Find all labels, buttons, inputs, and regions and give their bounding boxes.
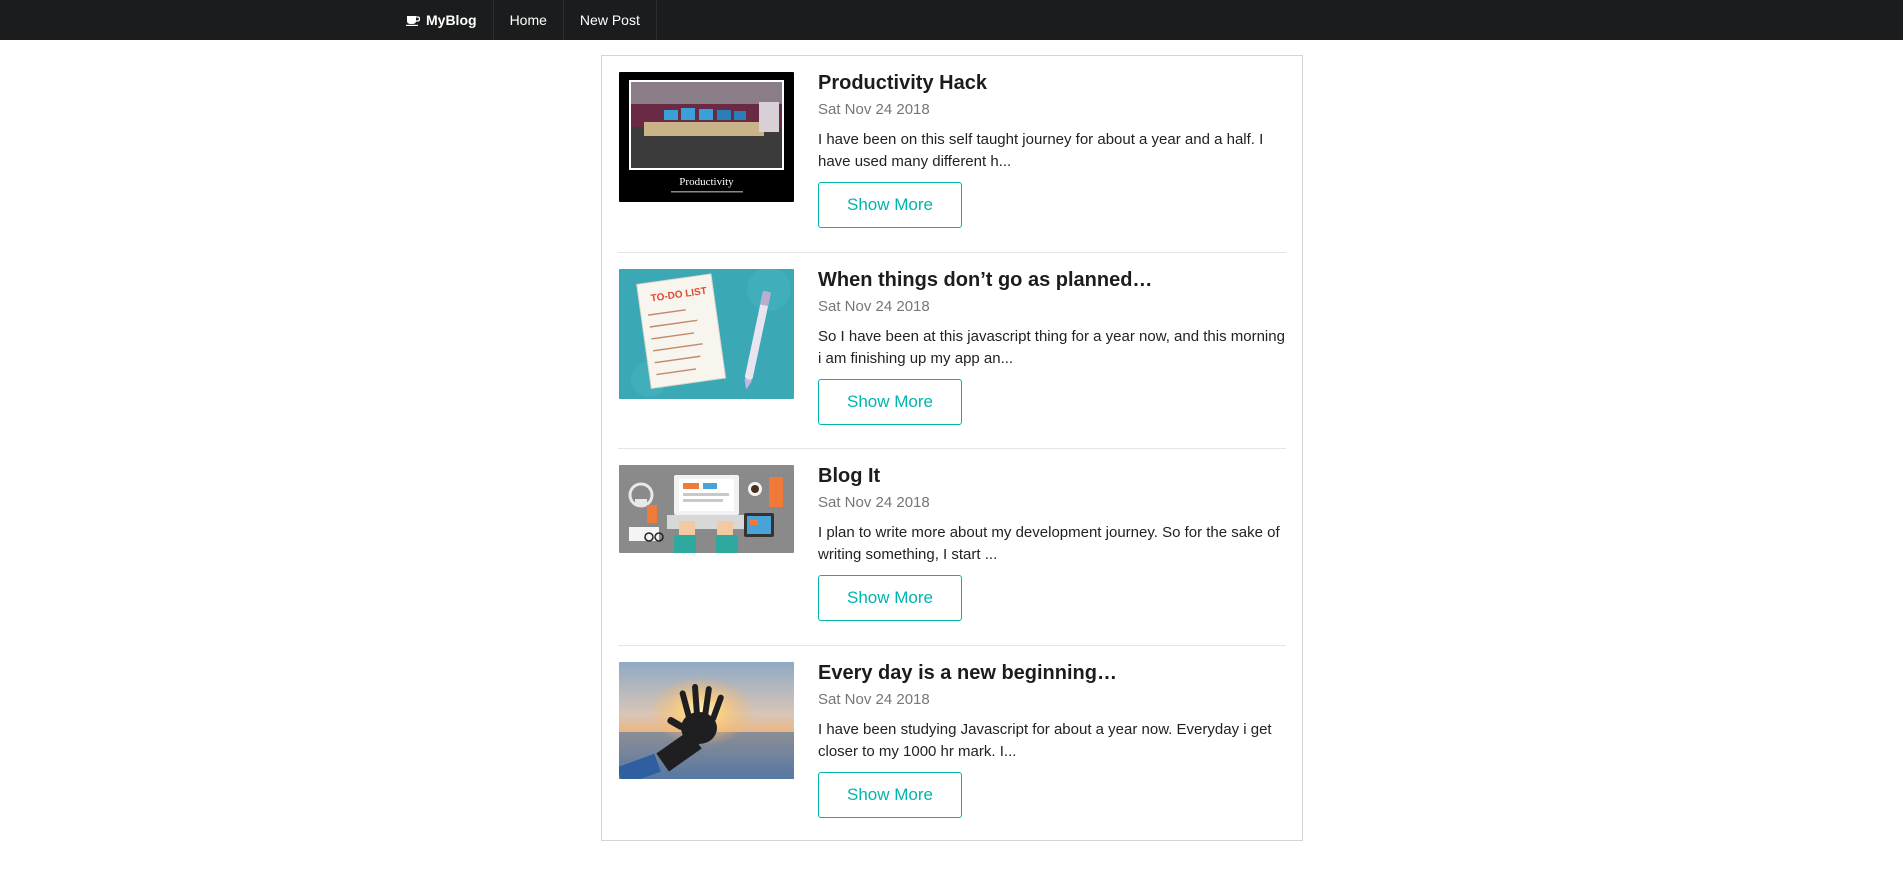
post-date: Sat Nov 24 2018 (818, 101, 930, 118)
nav-menu: MyBlog Home New Post (396, 0, 657, 40)
post-title[interactable]: Blog It (818, 463, 1286, 489)
post-thumbnail-blog-desk[interactable] (619, 465, 794, 553)
post-excerpt: I plan to write more about my developmen… (818, 524, 1280, 563)
post-title[interactable]: Every day is a new beginning… (818, 660, 1286, 686)
post-excerpt: So I have been at this javascript thing … (818, 327, 1285, 367)
post-item: Every day is a new beginning… Sat Nov 24… (618, 646, 1286, 843)
coffee-cup-icon (406, 14, 420, 26)
post-date: Sat Nov 24 2018 (818, 494, 930, 511)
post-content: When things don’t go as planned… Sat Nov… (818, 267, 1286, 425)
thumbnail-caption: Productivity (679, 176, 734, 188)
show-more-button[interactable]: Show More (818, 378, 962, 425)
brand-link[interactable]: MyBlog (396, 0, 494, 40)
brand-name: MyBlog (426, 12, 477, 28)
post-excerpt: I have been on this self taught journey … (818, 131, 1264, 170)
post-content: Every day is a new beginning… Sat Nov 24… (818, 660, 1286, 818)
post-date: Sat Nov 24 2018 (818, 690, 930, 708)
show-more-button[interactable]: Show More (818, 182, 962, 228)
post-item: Productivity Productivity Hack Sat Nov 2… (618, 56, 1286, 253)
post-thumbnail-productivity[interactable]: Productivity (619, 72, 794, 202)
post-title[interactable]: Productivity Hack (818, 70, 1286, 96)
post-content: Blog It Sat Nov 24 2018 I plan to write … (818, 463, 1286, 621)
post-thumbnail-todo-list[interactable]: TO-DO LIST (619, 268, 794, 399)
posts-list: Productivity Productivity Hack Sat Nov 2… (601, 55, 1303, 841)
post-item: TO-DO LIST When things don’t go as plann… (618, 253, 1286, 449)
show-more-button[interactable]: Show More (818, 771, 962, 818)
post-excerpt: I have been studying Javascript for abou… (818, 720, 1272, 760)
show-more-button[interactable]: Show More (818, 575, 962, 621)
top-navbar: MyBlog Home New Post (0, 0, 1903, 40)
post-title[interactable]: When things don’t go as planned… (818, 267, 1286, 293)
post-content: Productivity Hack Sat Nov 24 2018 I have… (818, 70, 1286, 228)
post-thumbnail-sunrise-hand[interactable] (619, 661, 794, 779)
nav-home[interactable]: Home (494, 0, 564, 40)
nav-new-post[interactable]: New Post (564, 0, 657, 40)
post-item: Blog It Sat Nov 24 2018 I plan to write … (618, 449, 1286, 646)
post-date: Sat Nov 24 2018 (818, 297, 930, 315)
